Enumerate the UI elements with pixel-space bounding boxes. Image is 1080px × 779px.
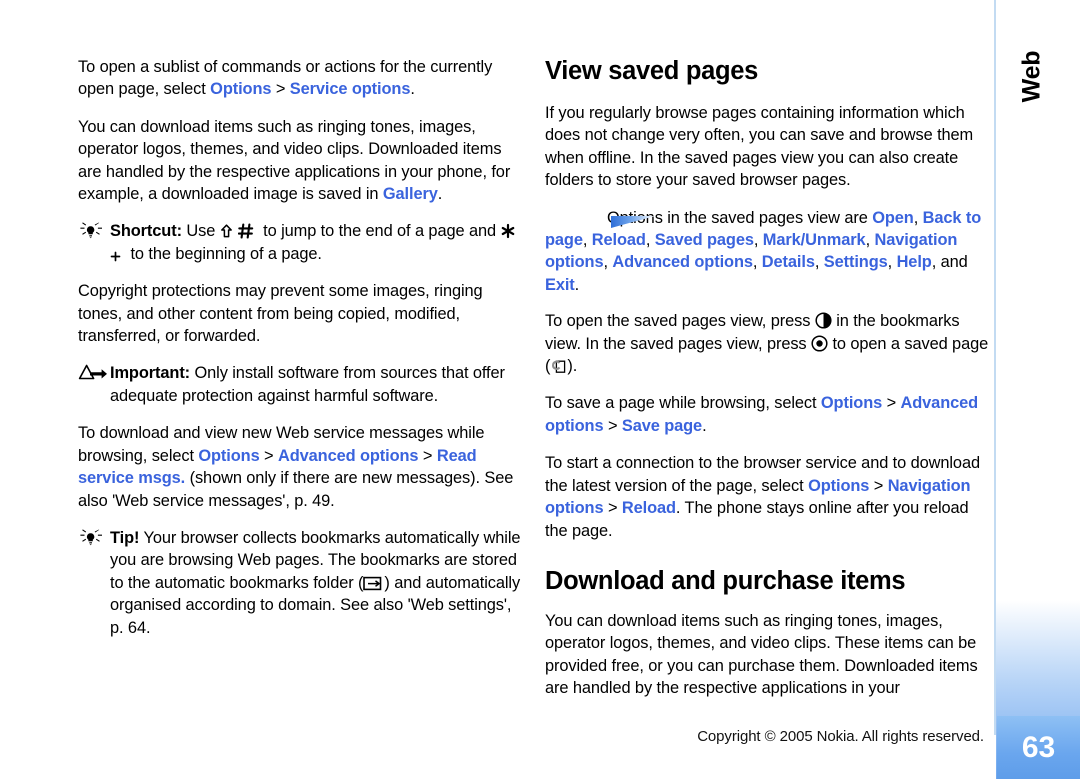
- text-run: .: [574, 275, 580, 294]
- text-run: .: [410, 80, 415, 99]
- option-open[interactable]: Open: [872, 209, 914, 227]
- shortcut-label: Shortcut:: [110, 222, 182, 241]
- paragraph-open-saved-pages-view: To open the saved pages view, press in t…: [545, 310, 995, 377]
- saved-page-icon: [550, 358, 567, 374]
- lightbulb-tip-icon: [78, 221, 106, 241]
- paragraph-download-purchase-intro: You can download items such as ringing t…: [545, 611, 978, 698]
- manual-page: Web To open a sublist of commands or act…: [0, 0, 1080, 779]
- scroll-right-key-icon: [815, 312, 832, 329]
- page-number: 63: [997, 716, 1080, 779]
- left-column: To open a sublist of commands or actions…: [78, 56, 528, 654]
- separator: >: [271, 80, 290, 99]
- bookmarks-folder-icon: [363, 576, 384, 591]
- option-details[interactable]: Details: [762, 253, 815, 271]
- paragraph-copyright-protections: Copyright protections may prevent some i…: [78, 282, 483, 346]
- separator: >: [882, 394, 901, 413]
- comma: ,: [752, 253, 762, 272]
- comma: ,: [582, 231, 592, 250]
- separator: >: [603, 499, 622, 518]
- option-exit[interactable]: Exit: [545, 276, 575, 294]
- comma: ,: [913, 208, 923, 227]
- important-label: Important:: [110, 364, 191, 383]
- paragraph-service-options: To open a sublist of commands or actions…: [78, 56, 528, 101]
- chapter-tab: Web: [1012, 51, 1052, 142]
- paragraph-web-service-messages: To download and view new Web service mes…: [78, 422, 528, 512]
- comma: ,: [753, 231, 763, 250]
- chapter-tab-label: Web: [1017, 50, 1046, 103]
- comma: ,: [814, 253, 824, 272]
- right-column: View saved pages If you regularly browse…: [545, 56, 995, 715]
- link-reload[interactable]: Reload: [622, 499, 676, 517]
- keypad-asterisk-icon: [500, 223, 516, 239]
- separator: >: [259, 446, 278, 465]
- lightbulb-tip-icon: [78, 528, 106, 548]
- page-title-view-saved-pages: View saved pages: [545, 57, 759, 85]
- option-help[interactable]: Help: [897, 253, 932, 271]
- options-list-note: Options in the saved pages view are Open…: [545, 207, 995, 297]
- conjunction: , and: [931, 253, 968, 272]
- text-run: ).: [567, 357, 578, 376]
- option-reload[interactable]: Reload: [592, 231, 646, 249]
- option-mark-unmark[interactable]: Mark/Unmark: [763, 231, 866, 249]
- separator: >: [869, 476, 888, 495]
- blue-gradient-arrow-marker: [549, 213, 655, 228]
- link-advanced-options[interactable]: Advanced options: [278, 447, 419, 465]
- paragraph-reload: To start a connection to the browser ser…: [545, 452, 995, 542]
- text-run: Use: [181, 222, 220, 241]
- paragraph-save-page: To save a page while browsing, select Op…: [545, 392, 995, 437]
- link-options[interactable]: Options: [210, 80, 271, 98]
- tip-note: Tip! Your browser collects bookmarks aut…: [78, 527, 528, 639]
- text-run: You can download items such as ringing t…: [78, 117, 511, 204]
- shortcut-note: Shortcut: Use to jump to the end of a pa…: [78, 220, 528, 265]
- separator: >: [603, 416, 622, 435]
- link-gallery[interactable]: Gallery: [383, 185, 438, 203]
- warning-triangle-arrow-icon: [78, 363, 107, 383]
- link-options[interactable]: Options: [808, 477, 869, 495]
- text-run: .: [437, 185, 443, 204]
- paragraph-saved-pages-intro: If you regularly browse pages containing…: [545, 104, 974, 190]
- link-service-options[interactable]: Service options: [290, 80, 411, 98]
- text-run: .: [702, 416, 707, 435]
- option-advanced-options[interactable]: Advanced options: [612, 253, 753, 271]
- text-run: To open the saved pages view, press: [545, 312, 815, 331]
- important-note: Important: Only install software from so…: [78, 362, 528, 407]
- link-options[interactable]: Options: [198, 447, 259, 465]
- separator: >: [418, 446, 437, 465]
- option-settings[interactable]: Settings: [824, 253, 888, 271]
- text-run: To save a page while browsing, select: [545, 394, 821, 413]
- link-save-page[interactable]: Save page: [622, 417, 702, 435]
- keypad-hash-icon: [237, 223, 254, 239]
- comma: ,: [887, 253, 897, 272]
- keypad-plus-icon: [110, 251, 121, 262]
- option-saved-pages[interactable]: Saved pages: [655, 231, 754, 249]
- comma: ,: [645, 231, 655, 250]
- select-key-icon: [811, 335, 828, 352]
- keypad-up-arrow-icon: [220, 224, 233, 239]
- text-run: to the beginning of a page.: [126, 244, 322, 263]
- text-run: to jump to the end of a page and: [258, 222, 501, 241]
- tip-label: Tip!: [110, 528, 140, 547]
- footer-copyright: Copyright © 2005 Nokia. All rights reser…: [697, 728, 984, 745]
- link-options[interactable]: Options: [821, 394, 882, 412]
- page-title-download-and-purchase-items: Download and purchase items: [545, 566, 906, 595]
- paragraph-download-items: You can download items such as ringing t…: [78, 116, 528, 206]
